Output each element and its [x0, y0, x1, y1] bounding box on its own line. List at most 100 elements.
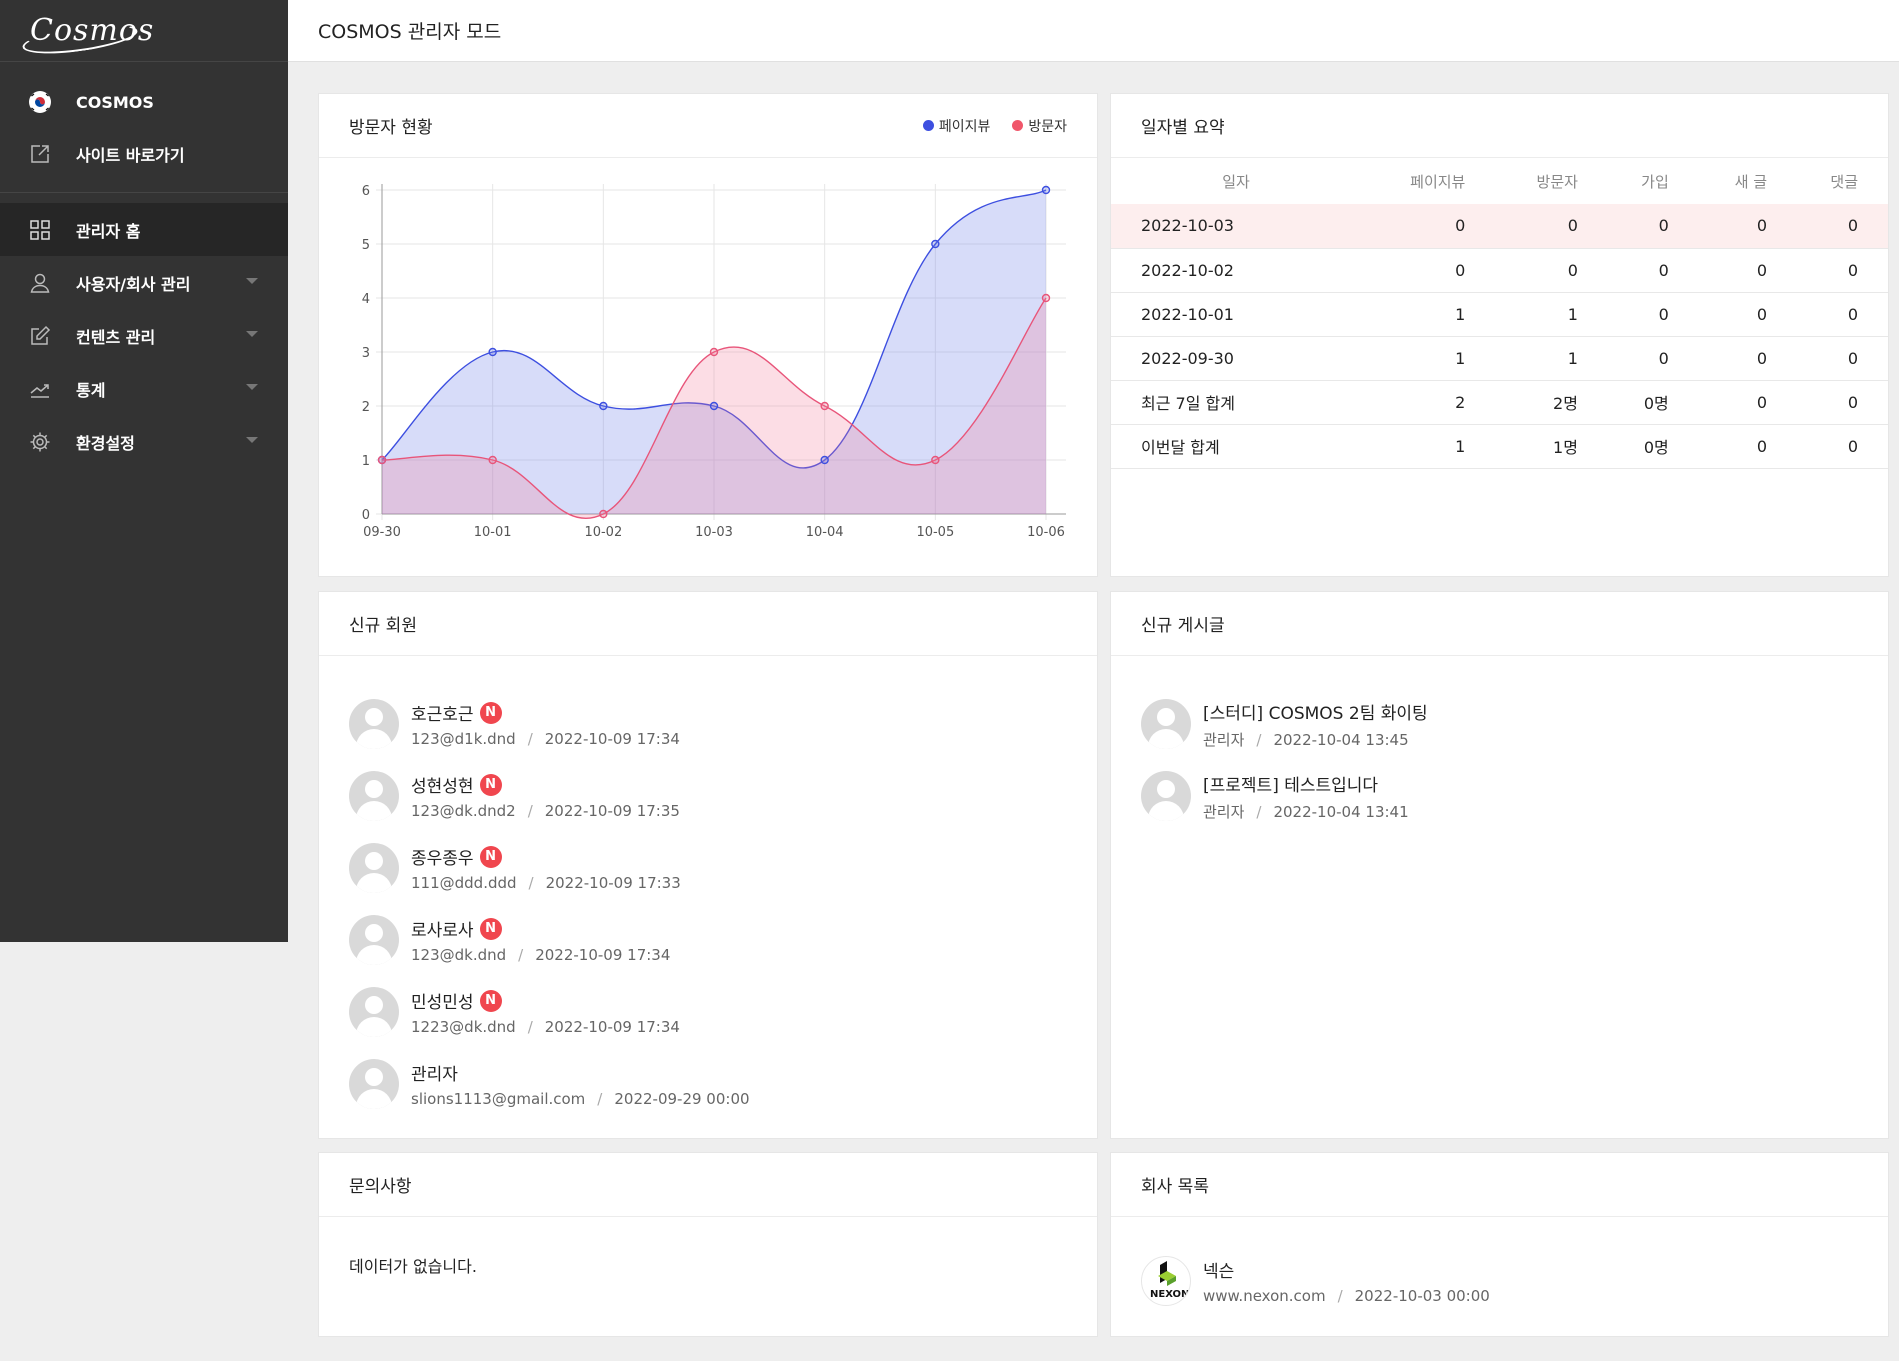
data-point[interactable]	[820, 455, 829, 465]
avatar[interactable]	[349, 915, 399, 965]
list-item[interactable]: 종우종우 N 111@ddd.ddd / 2022-10-09 17:33	[349, 832, 1067, 904]
member-meta: 123@d1k.dnd / 2022-10-09 17:34	[411, 730, 680, 748]
avatar-body	[1148, 729, 1184, 749]
list-item[interactable]: 성현성현 N 123@dk.dnd2 / 2022-10-09 17:35	[349, 760, 1067, 832]
member-name[interactable]: 종우종우	[411, 844, 474, 869]
avatar[interactable]	[349, 1059, 399, 1109]
cell-value: 0	[1698, 204, 1798, 249]
member-text: 호근호근 N 123@d1k.dnd / 2022-10-09 17:34	[411, 700, 680, 748]
sidebar-item-label: 사이트 바로가기	[76, 146, 185, 165]
list-item[interactable]: [스터디] COSMOS 2팀 화이팅 관리자 / 2022-10-04 13:45	[1141, 688, 1858, 760]
legend-label: 방문자	[1028, 118, 1067, 135]
empty-message: 데이터가 없습니다.	[349, 1257, 477, 1276]
member-email: slions1113@gmail.com	[411, 1090, 586, 1108]
sidebar-item-cosmos[interactable]: COSMOS	[0, 76, 288, 128]
member-name[interactable]: 호근호근	[411, 700, 474, 725]
data-point[interactable]	[1041, 185, 1051, 195]
avatar[interactable]	[1141, 771, 1191, 821]
cell-value: 0	[1607, 336, 1699, 381]
table-row: 2022-10-01 1 1 0 0 0	[1111, 292, 1888, 337]
post-title[interactable]: [프로젝트] 테스트입니다	[1203, 771, 1378, 796]
separator: /	[528, 874, 534, 892]
data-point[interactable]	[599, 509, 608, 519]
column-header-visitor: 방문자	[1536, 172, 1578, 191]
post-list: [스터디] COSMOS 2팀 화이팅 관리자/2022-10-04 13:45[…	[1111, 656, 1888, 832]
post-title[interactable]: [스터디] COSMOS 2팀 화이팅	[1203, 699, 1428, 724]
member-email: 111@ddd.ddd	[411, 874, 517, 892]
company-name[interactable]: 넥슨	[1203, 1257, 1234, 1282]
post-meta: 관리자 / 2022-10-04 13:41	[1203, 801, 1409, 822]
sidebar-top-group: COSMOS 사이트 바로가기	[0, 62, 288, 193]
cell-value: 0	[1797, 292, 1888, 337]
member-name[interactable]: 로사로사	[411, 916, 474, 941]
sidebar-item-admin-home[interactable]: 관리자 홈	[0, 203, 288, 256]
y-tick-label: 4	[362, 292, 370, 307]
cell-value: 1	[1361, 336, 1496, 381]
sidebar-item-users[interactable]: 사용자/회사 관리	[0, 256, 288, 309]
data-point[interactable]	[931, 455, 940, 465]
sidebar-item-label: 통계	[76, 380, 106, 400]
column-header-pageview: 페이지뷰	[1410, 172, 1466, 191]
data-point[interactable]	[931, 239, 940, 249]
data-point[interactable]	[820, 401, 829, 411]
member-name[interactable]: 민성민성	[411, 988, 474, 1013]
sidebar-item-settings[interactable]: 환경설정	[0, 415, 288, 468]
cell-value: 0명	[1607, 380, 1699, 425]
company-url[interactable]: www.nexon.com	[1203, 1287, 1326, 1305]
avatar-body	[356, 729, 392, 749]
company-logo: NEXON	[1141, 1256, 1191, 1306]
data-point[interactable]	[709, 347, 719, 357]
member-text: 로사로사 N 123@dk.dnd / 2022-10-09 17:34	[411, 916, 670, 964]
avatar[interactable]	[1141, 699, 1191, 749]
x-tick-label: 10-02	[584, 525, 622, 540]
sidebar-item-site-link[interactable]: 사이트 바로가기	[0, 128, 288, 180]
list-item[interactable]: 로사로사 N 123@dk.dnd / 2022-10-09 17:34	[349, 904, 1067, 976]
separator: /	[518, 946, 524, 964]
y-tick-label: 2	[362, 400, 370, 415]
list-item[interactable]: NEXON 넥슨 www.nexon.com / 2022-10-03 00:00	[1141, 1245, 1858, 1317]
cell-value: 0	[1797, 248, 1888, 293]
legend-item-visitor[interactable]: 방문자	[1012, 116, 1067, 136]
chevron-down-icon	[246, 331, 258, 337]
grid-icon	[28, 218, 52, 242]
list-item[interactable]: [프로젝트] 테스트입니다관리자 / 2022-10-04 13:41	[1141, 760, 1858, 832]
member-email: 123@d1k.dnd	[411, 730, 516, 748]
data-point[interactable]	[1041, 293, 1051, 303]
list-item[interactable]: 민성민성 N 1223@dk.dnd / 2022-10-09 17:34	[349, 976, 1067, 1048]
logo[interactable]: Cosmos	[0, 0, 288, 62]
cell-value: 0	[1607, 204, 1699, 249]
member-date: 2022-10-09 17:34	[535, 946, 671, 964]
legend-item-pageview[interactable]: 페이지뷰	[922, 116, 990, 136]
legend-dot	[1012, 120, 1024, 131]
new-badge: N	[479, 917, 502, 940]
chevron-down-icon	[246, 278, 258, 284]
member-name-row: 호근호근 N	[411, 700, 680, 725]
avatar[interactable]	[349, 987, 399, 1037]
card-header: 신규 게시글	[1111, 592, 1888, 656]
trend-chart-icon	[28, 377, 52, 401]
gear-icon	[28, 430, 52, 454]
avatar[interactable]	[349, 771, 399, 821]
card-title: 신규 회원	[349, 616, 417, 636]
member-name[interactable]: 관리자	[411, 1060, 458, 1085]
avatar[interactable]	[349, 843, 399, 893]
post-text: [스터디] COSMOS 2팀 화이팅 관리자 / 2022-10-04 13:45	[1203, 699, 1428, 750]
edit-icon	[28, 324, 52, 348]
list-item[interactable]: 호근호근 N 123@d1k.dnd / 2022-10-09 17:34	[349, 688, 1067, 760]
sidebar-item-stats[interactable]: 통계	[0, 362, 288, 415]
data-point[interactable]	[709, 401, 719, 411]
y-tick-label: 3	[362, 346, 370, 361]
avatar-body	[1148, 801, 1184, 821]
member-name[interactable]: 성현성현	[411, 772, 474, 797]
data-point[interactable]	[488, 347, 497, 357]
sidebar-item-contents[interactable]: 컨텐츠 관리	[0, 309, 288, 362]
list-item[interactable]: 관리자 slions1113@gmail.com / 2022-09-29 00:00	[349, 1048, 1067, 1120]
separator: /	[527, 730, 533, 748]
avatar[interactable]	[349, 699, 399, 749]
company-date: 2022-10-03 00:00	[1354, 1287, 1490, 1305]
data-point[interactable]	[488, 455, 497, 465]
data-point[interactable]	[377, 455, 387, 465]
member-meta: slions1113@gmail.com / 2022-09-29 00:00	[411, 1090, 750, 1108]
data-point[interactable]	[599, 401, 608, 411]
korea-flag-icon	[28, 90, 52, 114]
